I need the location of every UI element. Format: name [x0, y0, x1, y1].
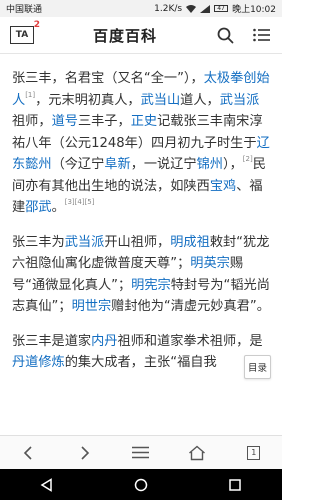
text-span: 祖师，	[12, 114, 52, 129]
text-span: ，元末明初真人，	[35, 92, 141, 108]
wifi-icon	[186, 4, 197, 13]
system-nav-bar	[0, 469, 282, 500]
home-button[interactable]	[182, 441, 212, 465]
app-header: TA 2 百度百科	[0, 17, 282, 54]
status-bar: 中国联通 1.2K/s 47 晚上10:02	[0, 0, 282, 17]
text-span: 开山祖师，	[104, 234, 171, 250]
network-speed: 1.2K/s	[154, 3, 183, 14]
browser-menu-button[interactable]	[126, 441, 156, 465]
link-wudang-school[interactable]: 武当派	[65, 235, 105, 250]
link-fuxin[interactable]: 阜新	[104, 157, 130, 172]
text-span: ，一说辽宁	[130, 157, 197, 172]
reference-mark[interactable]: [2]	[243, 155, 253, 163]
text-span: 张三丰，名君宝（又名“全一”），	[12, 71, 204, 86]
link-ming-xianzong[interactable]: 明宪宗	[131, 278, 171, 293]
recents-square-icon[interactable]	[228, 478, 242, 492]
link-dandao-cultivation[interactable]: 丹道修炼	[12, 355, 65, 370]
home-icon	[189, 445, 206, 460]
link-ming-shizong[interactable]: 明世宗	[72, 299, 112, 314]
hamburger-icon	[132, 446, 150, 459]
link-ming-yingzong[interactable]: 明英宗	[190, 256, 230, 271]
battery-level: 47	[217, 5, 225, 12]
status-indicators: 1.2K/s 47 晚上10:02	[154, 2, 276, 16]
tab-label: TA	[15, 30, 29, 40]
text-span: ），	[223, 157, 243, 172]
signal-icon	[200, 4, 211, 13]
list-menu-icon	[253, 28, 270, 42]
link-official-history[interactable]: 正史	[131, 114, 157, 129]
text-span: 的集大成者，主张“福自我	[64, 355, 217, 370]
chevron-right-icon	[81, 445, 89, 460]
link-ming-chengzu[interactable]: 明成祖	[170, 235, 210, 250]
header-actions	[216, 25, 272, 45]
back-triangle-icon[interactable]	[40, 477, 54, 492]
battery-icon: 47	[214, 5, 229, 12]
carrier-label: 中国联通	[6, 5, 43, 15]
reference-mark[interactable]: [1]	[25, 91, 35, 99]
forward-button[interactable]	[70, 441, 100, 465]
text-span: 张三丰是道家	[12, 333, 92, 349]
reference-mark[interactable]: [3][4][5]	[65, 198, 95, 206]
text-span: 三丰子，	[77, 114, 131, 129]
link-wudang-mountain[interactable]: 武当山	[141, 93, 181, 108]
tab-badge: 2	[33, 20, 40, 30]
tab-switcher-button[interactable]: TA 2	[10, 20, 40, 44]
tabs-count: 1	[247, 445, 261, 460]
link-daohao[interactable]: 道号	[52, 114, 78, 129]
search-icon	[218, 27, 234, 43]
page-title: 百度百科	[92, 26, 157, 45]
link-shaowu[interactable]: 邵武	[25, 200, 51, 215]
text-span: 。	[51, 200, 65, 215]
toc-button[interactable]: 目录	[244, 355, 271, 379]
clock: 晚上10:02	[232, 5, 276, 15]
text-span: 祖师和道家拳术祖师，是	[117, 333, 263, 349]
text-span: 张三丰为	[12, 234, 65, 250]
chevron-left-icon	[24, 445, 32, 460]
link-wudang-school[interactable]: 武当派	[220, 93, 260, 108]
article-body: 张三丰，名君宝（又名“全一”），太极拳创始人[1]，元末明初真人，武当山道人，武…	[12, 68, 272, 387]
link-neidan[interactable]: 内丹	[91, 334, 117, 349]
text-span: 赠封他为“清虚元妙真君”。	[111, 299, 270, 314]
tabs-button[interactable]: 1	[239, 441, 269, 465]
browser-toolbar: 1	[0, 435, 282, 469]
menu-button[interactable]	[252, 25, 272, 45]
article-paragraph: 张三丰为武当派开山祖师，明成祖敕封“犹龙六祖隐仙寓化虚微普度天尊”；明英宗赐号“…	[12, 232, 272, 318]
text-span: 道人，	[180, 92, 220, 108]
article-paragraph: 张三丰，名君宝（又名“全一”），太极拳创始人[1]，元末明初真人，武当山道人，武…	[12, 68, 272, 219]
text-span: （今辽宁	[51, 157, 105, 172]
link-baoji[interactable]: 宝鸡	[210, 179, 236, 194]
home-circle-icon[interactable]	[134, 478, 148, 492]
back-button[interactable]	[13, 441, 43, 465]
search-button[interactable]	[216, 25, 236, 45]
article-paragraph: 张三丰是道家内丹祖师和道家拳术祖师，是丹道修炼的集大成者，主张“福自我	[12, 331, 272, 374]
link-jinzhou[interactable]: 锦州	[197, 157, 223, 172]
